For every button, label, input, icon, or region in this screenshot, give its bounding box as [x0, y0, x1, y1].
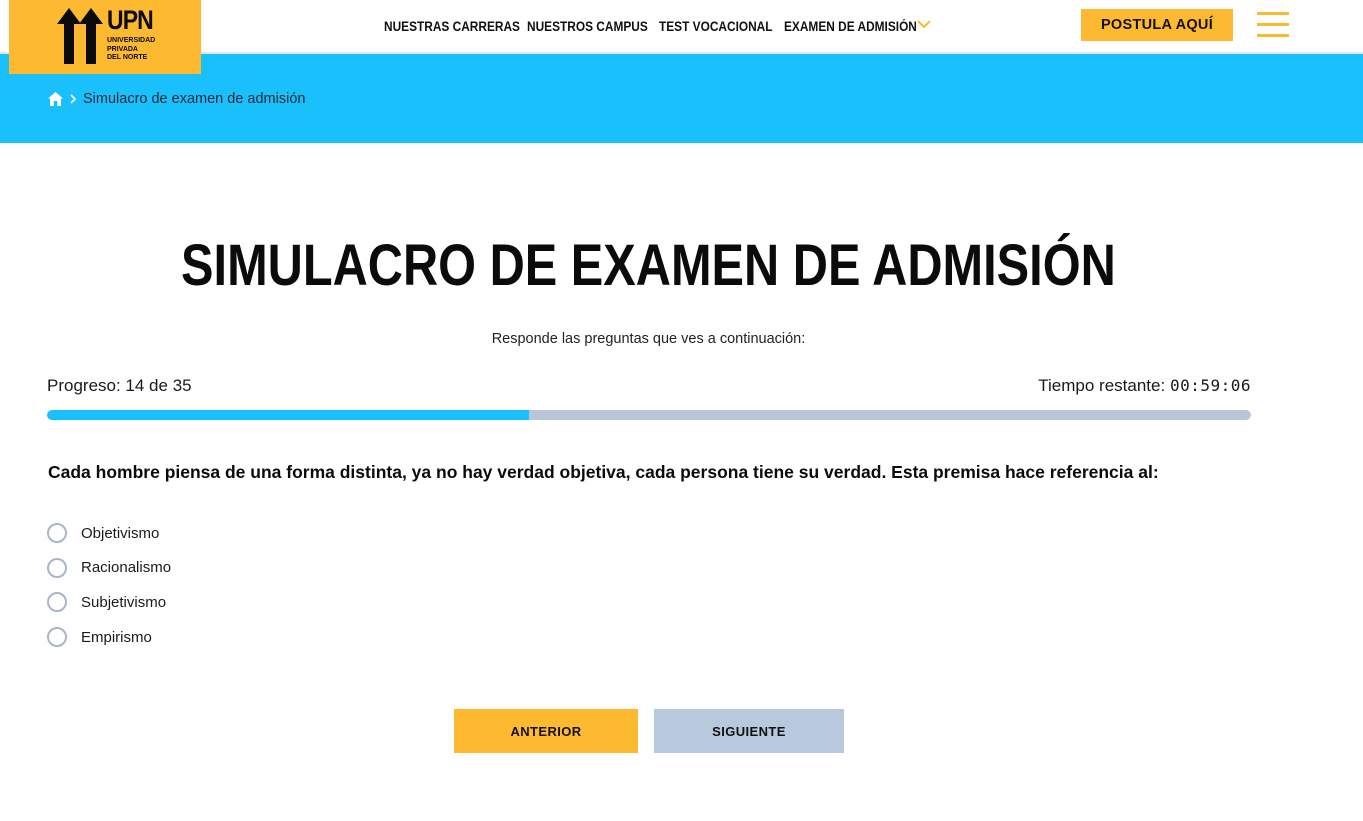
nav-item-examen-admision[interactable]: EXAMEN DE ADMISIÓN [784, 0, 935, 52]
breadcrumb-current: Simulacro de examen de admisión [83, 91, 306, 107]
anterior-button[interactable]: ANTERIOR [454, 709, 638, 753]
time-remaining: Tiempo restante: 00:59:06 [1038, 376, 1251, 396]
answer-option-label: Empirismo [81, 628, 152, 646]
home-icon[interactable] [48, 92, 63, 106]
site-header: UPN UNIVERSIDAD PRIVADA DEL NORTE NUESTR… [0, 0, 1363, 74]
answer-option-racionalismo[interactable]: Racionalismo [47, 557, 172, 578]
chevron-right-icon [70, 94, 77, 104]
page-subtitle: Responde las preguntas que ves a continu… [491, 331, 806, 347]
chevron-down-icon[interactable] [917, 19, 931, 29]
logo-subtitle: UNIVERSIDAD PRIVADA DEL NORTE [107, 37, 155, 63]
nav-link-examen-admision[interactable]: EXAMEN DE ADMISIÓN [784, 19, 917, 34]
time-remaining-label: Tiempo restante: [1038, 376, 1166, 395]
answer-option-objetivismo[interactable]: Objetivismo [47, 523, 171, 543]
upn-logo[interactable]: UPN UNIVERSIDAD PRIVADA DEL NORTE [9, 0, 201, 74]
radio-button[interactable] [47, 523, 67, 543]
upn-arrow-logo-icon [57, 8, 103, 64]
breadcrumb-band: Simulacro de examen de admisión [0, 54, 1363, 143]
answer-option-label: Racionalismo [81, 559, 172, 577]
answer-option-label: Objetivismo [81, 524, 160, 542]
logo-subtitle-line: DEL NORTE [107, 54, 148, 61]
logo-brand-text: UPN [107, 5, 154, 35]
logo-subtitle-line: UNIVERSIDAD [107, 37, 156, 44]
nav-item-campus[interactable]: NUESTROS CAMPUS [527, 0, 664, 52]
postula-aqui-button[interactable]: POSTULA AQUÍ [1081, 9, 1233, 41]
siguiente-button[interactable]: SIGUIENTE [654, 709, 844, 753]
answer-option-subjetivismo[interactable]: Subjetivismo [47, 592, 171, 613]
breadcrumb: Simulacro de examen de admisión [48, 91, 305, 107]
nav-link-campus[interactable]: NUESTROS CAMPUS [527, 19, 648, 34]
progress-bar-fill [47, 410, 529, 420]
page-title: SIMULACRO DE EXAMEN DE ADMISIÓN [181, 233, 1116, 298]
nav-link-test-vocacional[interactable]: TEST VOCACIONAL [659, 19, 773, 34]
nav-link-carreras[interactable]: NUESTRAS CARRERAS [384, 19, 520, 34]
time-remaining-value: 00:59:06 [1169, 376, 1251, 395]
answer-options: Objetivismo Racionalismo Subjetivismo Em… [47, 523, 171, 662]
answer-option-label: Subjetivismo [81, 593, 167, 611]
hamburger-icon[interactable] [1257, 12, 1289, 38]
progress-label: Progreso: 14 de 35 [47, 376, 192, 395]
radio-button[interactable] [47, 627, 67, 648]
nav-item-test-vocacional[interactable]: TEST VOCACIONAL [659, 0, 788, 52]
question-text: Cada hombre piensa de una forma distinta… [48, 462, 1159, 482]
nav-item-carreras[interactable]: NUESTRAS CARRERAS [384, 0, 539, 52]
logo-subtitle-line: PRIVADA [107, 45, 138, 53]
answer-option-empirismo[interactable]: Empirismo [47, 627, 171, 648]
progress-bar [47, 410, 1251, 420]
radio-button[interactable] [47, 557, 67, 578]
radio-button[interactable] [47, 592, 67, 613]
